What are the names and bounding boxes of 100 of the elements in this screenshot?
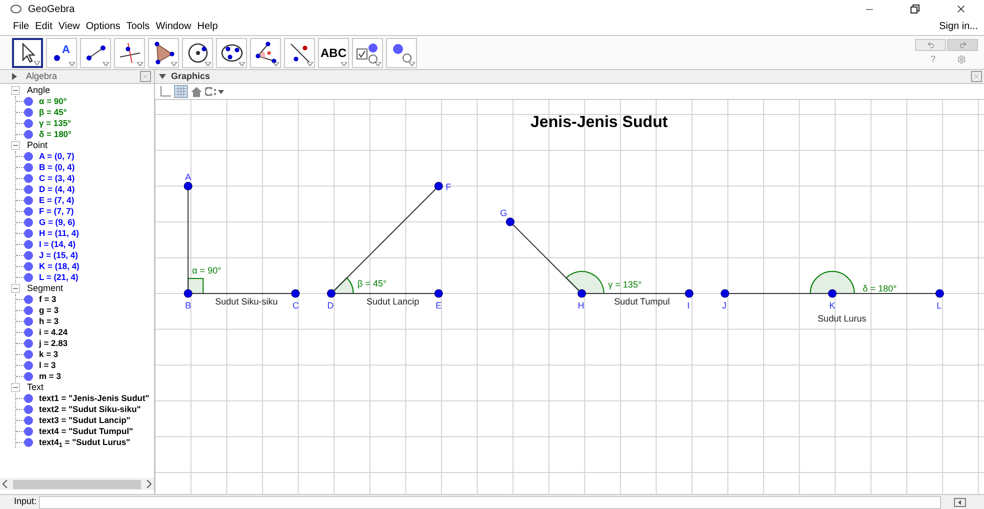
menu-item[interactable]: Tools (123, 19, 153, 34)
object-entry[interactable]: text4 = "Sudut Tumpul" (39, 425, 134, 438)
point-marker[interactable] (828, 289, 837, 298)
tool-button[interactable] (12, 38, 43, 68)
point-marker[interactable] (506, 218, 514, 226)
home-icon[interactable] (191, 86, 202, 96)
undo-button[interactable] (915, 38, 946, 51)
scroll-right-icon[interactable] (146, 480, 152, 488)
object-entry[interactable]: text4$_{1}$ = "Sudut Lurus" (39, 436, 130, 449)
window-title: GeoGebra (28, 2, 75, 16)
object-entry[interactable]: D = (4, 4) (39, 183, 75, 196)
point-label: L (936, 300, 942, 311)
horizontal-scrollbar[interactable] (0, 478, 154, 490)
point-marker[interactable] (935, 289, 944, 298)
object-entry[interactable]: K = (18, 4) (39, 260, 80, 273)
point-marker[interactable] (184, 289, 192, 298)
dropdown-triangle-icon (34, 60, 40, 64)
caption-text: Sudut Siku-siku (215, 296, 278, 307)
dropdown-triangle-icon (341, 62, 347, 66)
help-button[interactable]: ? (927, 52, 939, 66)
point-label: K (829, 300, 836, 311)
sign-in-link[interactable]: Sign in... (939, 19, 978, 34)
graphics-canvas[interactable]: Jenis-Jenis Sudut α = 90° β = 45° γ = 135° δ = 180° Sudut Siku-siku Sudut Lancip Sudut Tumpul Sudut Lurus A B C D E F G H I J K L (155, 100, 984, 494)
object-entry[interactable]: β = 45° (39, 106, 67, 119)
redo-button[interactable] (947, 38, 978, 51)
redo-icon (958, 40, 966, 49)
reflection-icon (288, 40, 312, 64)
dropdown-triangle-icon (273, 62, 279, 66)
point-label: D (327, 300, 334, 311)
settings-icon[interactable] (957, 55, 966, 64)
dropdown-triangle-icon (171, 62, 177, 66)
dropdown-triangle-icon (409, 62, 415, 66)
object-entry[interactable]: text3 = "Sudut Lancip" (39, 414, 130, 427)
tool-button[interactable]: ABC (318, 38, 349, 68)
group-label: Angle (27, 84, 50, 97)
point-marker[interactable] (578, 289, 586, 298)
object-entry[interactable]: l = 3 (39, 359, 56, 372)
group-label: Point (27, 138, 48, 152)
object-entry[interactable]: α = 90° (39, 95, 67, 108)
point-marker[interactable] (184, 182, 192, 190)
triangle-icon (152, 40, 176, 64)
menu-item[interactable]: File (10, 19, 32, 34)
input-field[interactable] (38, 496, 941, 508)
group-label: Segment (27, 282, 64, 295)
point-marker[interactable] (684, 289, 694, 298)
axes-toggle-icon[interactable] (159, 86, 171, 98)
collapse-icon[interactable] (11, 383, 20, 392)
object-entry[interactable]: i = 4.24 (39, 326, 68, 339)
point-label: F (446, 182, 452, 192)
object-entry[interactable]: F = (7, 7) (39, 205, 74, 218)
panel-title: Algebra (26, 70, 58, 83)
close-panel-button[interactable] (140, 71, 151, 82)
object-entry[interactable]: G = (9, 6) (39, 216, 76, 229)
object-entry[interactable]: J = (15, 4) (39, 249, 78, 262)
object-entry[interactable]: j = 2.83 (39, 337, 68, 350)
object-entry[interactable]: g = 3 (39, 304, 59, 317)
point-marker[interactable] (326, 289, 336, 298)
keyboard-toggle-icon[interactable] (954, 498, 966, 506)
object-entry[interactable]: h = 3 (39, 315, 59, 328)
menu-item[interactable]: Window (152, 19, 194, 34)
object-entry[interactable]: text1 = "Jenis-Jenis Sudut" (39, 392, 150, 405)
object-entry[interactable]: text2 = "Sudut Siku-siku" (39, 403, 141, 416)
point-capture-icon[interactable] (205, 87, 225, 96)
angle-label: β = 45° (358, 278, 387, 288)
object-entry[interactable]: B = (0, 4) (39, 161, 75, 174)
scroll-left-icon[interactable] (2, 480, 8, 488)
object-entry[interactable]: L = (21, 4) (39, 271, 78, 284)
close-icon (955, 3, 967, 15)
menu-item[interactable]: Help (194, 19, 221, 34)
object-entry[interactable]: H = (11, 4) (39, 227, 79, 240)
grid-toggle-icon[interactable] (174, 85, 188, 98)
angle-icon (254, 40, 278, 64)
collapse-icon[interactable] (11, 284, 20, 293)
object-entry[interactable]: k = 3 (39, 348, 58, 361)
point-marker[interactable] (720, 289, 730, 298)
object-entry[interactable]: C = (3, 4) (39, 172, 75, 185)
angle-arc (566, 270, 604, 294)
object-entry[interactable]: I = (14, 4) (39, 238, 76, 251)
object-entry[interactable]: A = (0, 7) (39, 150, 74, 163)
dropdown-triangle-icon (69, 62, 75, 66)
menu-item[interactable]: Options (82, 19, 124, 34)
menu-item[interactable]: Edit (32, 19, 56, 34)
object-entry[interactable]: f = 3 (39, 293, 56, 306)
point-marker[interactable] (434, 182, 443, 190)
caption-text: Sudut Lurus (818, 314, 866, 324)
point-marker[interactable] (434, 289, 443, 298)
menu-item[interactable]: View (55, 19, 83, 34)
point-label: C (292, 300, 299, 311)
collapse-icon[interactable] (11, 86, 20, 95)
object-entry[interactable]: m = 3 (39, 370, 61, 383)
close-panel-button[interactable] (971, 71, 982, 82)
object-entry[interactable]: γ = 135° (39, 117, 71, 130)
close-icon (141, 72, 150, 81)
collapse-triangle-icon[interactable] (159, 74, 166, 79)
dropdown-triangle-icon (137, 62, 143, 66)
point-marker[interactable] (291, 289, 300, 298)
object-entry[interactable]: E = (7, 4) (39, 194, 74, 207)
collapse-icon[interactable] (11, 141, 20, 150)
object-entry[interactable]: δ = 180° (39, 128, 72, 141)
expand-triangle-icon[interactable] (12, 73, 17, 80)
